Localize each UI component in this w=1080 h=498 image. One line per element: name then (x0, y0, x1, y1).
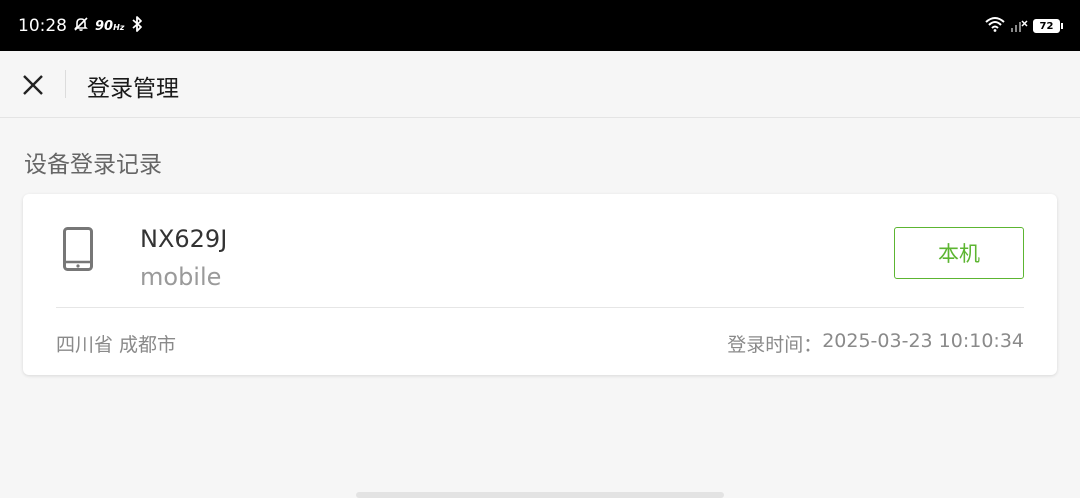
status-bar: 10:28 90Hz 72 (0, 0, 1080, 51)
phone-icon (63, 227, 93, 275)
card-divider (56, 307, 1024, 308)
login-time-label: 登录时间： (727, 334, 823, 356)
device-login-card: NX629J mobile 本机 四川省 成都市 登录时间： 2025-03-2… (23, 194, 1057, 375)
header-divider (65, 70, 66, 98)
signal-no-sim-icon (1010, 17, 1028, 36)
device-name: NX629J (140, 225, 228, 253)
app-header: 登录管理 (0, 51, 1080, 118)
current-device-badge[interactable]: 本机 (894, 227, 1024, 279)
bell-off-icon (73, 16, 89, 37)
close-button[interactable] (16, 68, 50, 102)
bluetooth-icon (130, 15, 144, 38)
page-title: 登录管理 (87, 76, 179, 102)
login-time: 登录时间： 2025-03-23 10:10:34 (727, 330, 1024, 357)
refresh-rate-indicator: 90Hz (95, 18, 125, 34)
device-type: mobile (140, 263, 222, 291)
wifi-icon (985, 16, 1005, 36)
section-title: 设备登录记录 (24, 152, 162, 178)
login-time-value: 2025-03-23 10:10:34 (822, 330, 1024, 352)
clock: 10:28 (18, 16, 67, 36)
battery-icon: 72 (1033, 19, 1063, 33)
home-indicator[interactable] (356, 492, 724, 498)
login-location: 四川省 成都市 (56, 334, 177, 356)
close-icon (23, 75, 43, 95)
